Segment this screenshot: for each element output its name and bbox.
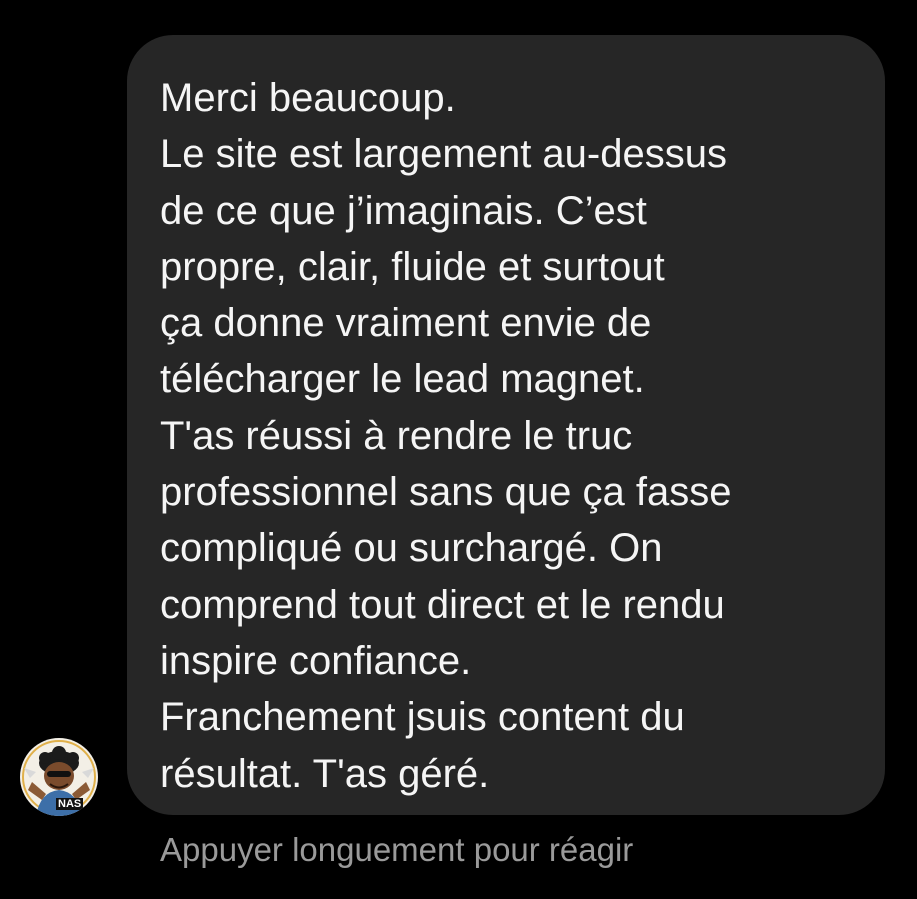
- message-line: télécharger le lead magnet.: [160, 357, 645, 402]
- message-line: résultat. T'as géré.: [160, 751, 490, 796]
- avatar-badge: NAS: [56, 798, 84, 810]
- reaction-hint: Appuyer longuement pour réagir: [160, 831, 634, 868]
- message-line: T'as réussi à rendre le truc: [160, 413, 633, 458]
- message-line: Franchement jsuis content du: [160, 695, 685, 740]
- message-bubble[interactable]: Merci beaucoup. Le site est largement au…: [127, 35, 885, 815]
- message-line: de ce que j’imaginais. C’est: [160, 188, 647, 233]
- message-line: ça donne vraiment envie de: [160, 301, 652, 346]
- message-line: Merci beaucoup.: [160, 76, 456, 120]
- message-line: Le site est largement au-dessus: [160, 132, 727, 177]
- sender-avatar[interactable]: NAS: [20, 738, 98, 816]
- message-line: propre, clair, fluide et surtout: [160, 244, 665, 289]
- message-line: professionnel sans que ça fasse: [160, 470, 732, 515]
- message-line: compliqué ou surchargé. On: [160, 526, 663, 571]
- message-line: comprend tout direct et le rendu: [160, 582, 725, 627]
- message-line: inspire confiance.: [160, 638, 472, 683]
